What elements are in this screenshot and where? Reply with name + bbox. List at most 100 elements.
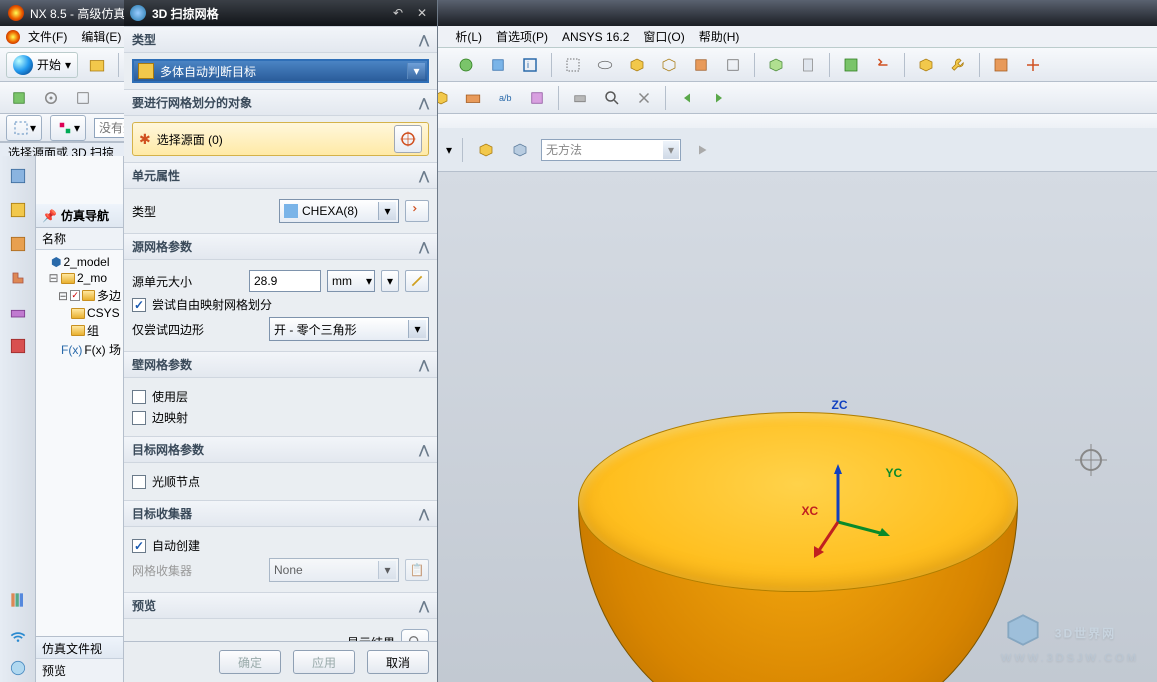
cube-wire-icon[interactable]: [507, 137, 533, 163]
navigator-footer[interactable]: 仿真文件视: [36, 636, 123, 660]
element-type-combo[interactable]: CHEXA(8) ▾: [279, 199, 399, 223]
menu-analyze[interactable]: 析(L): [449, 26, 488, 47]
menu-window[interactable]: 窗口(O): [637, 26, 690, 47]
toolbar-icon[interactable]: [988, 52, 1014, 78]
ok-button[interactable]: 确定: [219, 650, 281, 674]
measure-icon[interactable]: [405, 270, 429, 292]
undo-icon[interactable]: ↶: [389, 4, 407, 22]
method-combo[interactable]: 无方法 ▾: [541, 139, 681, 161]
viewport-toolbar: ▾ 无方法 ▾: [438, 128, 1157, 172]
navigator-tree[interactable]: ⬢2_model ⊟2_mo ⊟✓多边 CSYS 组 F(x)F(x) 场: [36, 250, 123, 363]
tree-item[interactable]: ⊟✓多边: [38, 286, 121, 305]
stepper-icon[interactable]: ▾: [381, 270, 399, 292]
toolbar-cube-icon[interactable]: [624, 52, 650, 78]
model-hemisphere[interactable]: [578, 412, 1018, 682]
play-icon[interactable]: [689, 137, 715, 163]
toolbar-gear-icon[interactable]: [38, 85, 64, 111]
section-element-header[interactable]: 单元属性⋀: [124, 162, 437, 189]
toolbar-icon[interactable]: [567, 85, 593, 111]
nav-icon[interactable]: [4, 196, 32, 224]
source-size-input[interactable]: 28.9: [249, 270, 321, 292]
toolbar-icon[interactable]: [460, 85, 486, 111]
toolbar-icon[interactable]: [688, 52, 714, 78]
start-button[interactable]: 开始 ▾: [6, 52, 78, 78]
section-wall-params-header[interactable]: 壁网格参数⋀: [124, 351, 437, 378]
tree-item[interactable]: F(x)F(x) 场: [38, 340, 121, 359]
chevron-down-icon[interactable]: ▾: [446, 143, 452, 157]
menu-ansys[interactable]: ANSYS 16.2: [556, 28, 635, 46]
toolbar-icon[interactable]: [913, 52, 939, 78]
unit-combo[interactable]: mm▾: [327, 270, 375, 292]
tree-item[interactable]: CSYS: [38, 305, 121, 321]
graphics-viewport[interactable]: ZC YC XC 3D世界网 WWW.3DSJW.COM: [438, 172, 1157, 682]
toolbar-icon[interactable]: [870, 52, 896, 78]
toolbar-close-icon[interactable]: [631, 85, 657, 111]
view-compass-icon[interactable]: [1073, 442, 1109, 478]
tree-item[interactable]: ⊟2_mo: [38, 270, 121, 286]
pin-icon[interactable]: 📌: [42, 209, 57, 223]
toolbar-back-icon[interactable]: [674, 85, 700, 111]
toolbar-icon[interactable]: [838, 52, 864, 78]
section-preview-header[interactable]: 预览⋀: [124, 592, 437, 619]
nav-icon[interactable]: [4, 654, 32, 682]
section-type-header[interactable]: 类型⋀: [124, 26, 437, 53]
section-object-header[interactable]: 要进行网格划分的对象⋀: [124, 89, 437, 116]
app-logo-icon: [8, 5, 24, 21]
preview-button[interactable]: [401, 629, 429, 641]
toolbar-icon[interactable]: [592, 52, 618, 78]
toolbar-icon[interactable]: [6, 85, 32, 111]
toolbar-icon[interactable]: [560, 52, 586, 78]
menu-preferences[interactable]: 首选项(P): [490, 26, 554, 47]
menu-file[interactable]: 文件(F): [22, 26, 73, 47]
use-layer-checkbox[interactable]: [132, 390, 146, 404]
element-props-button[interactable]: [405, 200, 429, 222]
cancel-button[interactable]: 取消: [367, 650, 429, 674]
select-source-face[interactable]: ✱ 选择源面 (0): [132, 122, 429, 156]
target-icon[interactable]: [394, 125, 422, 153]
toolbar-icon[interactable]: [485, 52, 511, 78]
nav-icon[interactable]: [4, 230, 32, 258]
toolbar-icon[interactable]: [70, 85, 96, 111]
quad-only-combo[interactable]: 开 - 零个三角形 ▾: [269, 317, 429, 341]
dialog-titlebar[interactable]: 3D 扫掠网格 ↶ ✕: [124, 0, 437, 26]
toolbar-icon[interactable]: [524, 85, 550, 111]
nav-icon[interactable]: [4, 298, 32, 326]
section-source-params-header[interactable]: 源网格参数⋀: [124, 233, 437, 260]
apply-button[interactable]: 应用: [293, 650, 355, 674]
toolbar-wrench-icon[interactable]: [945, 52, 971, 78]
toolbar-icon[interactable]: [763, 52, 789, 78]
simulation-navigator: 📌 仿真导航 名称 ⬢2_model ⊟2_mo ⊟✓多边 CSYS 组 F(x…: [36, 156, 124, 682]
toolbar-search-icon[interactable]: [599, 85, 625, 111]
selection-filter-button[interactable]: ▾: [50, 115, 86, 141]
tool-open-icon[interactable]: [84, 52, 110, 78]
nav-icon[interactable]: [4, 162, 32, 190]
edge-map-checkbox[interactable]: [132, 411, 146, 425]
toolbar-icon[interactable]: a/b: [492, 85, 518, 111]
nav-books-icon[interactable]: [4, 586, 32, 614]
menu-edit[interactable]: 编辑(E): [75, 26, 127, 47]
toolbar-icon[interactable]: [656, 52, 682, 78]
toolbar-icon[interactable]: [720, 52, 746, 78]
tree-item[interactable]: 组: [38, 321, 121, 340]
nav-icon[interactable]: [4, 264, 32, 292]
toolbar-icon[interactable]: [453, 52, 479, 78]
cube-icon[interactable]: [473, 137, 499, 163]
auto-create-checkbox[interactable]: ✓: [132, 539, 146, 553]
separator: [754, 53, 755, 77]
nav-icon[interactable]: [4, 332, 32, 360]
nav-wifi-icon[interactable]: [4, 620, 32, 648]
toolbar-icon[interactable]: [1020, 52, 1046, 78]
type-combo[interactable]: 多体自动判断目标 ▾: [132, 59, 429, 83]
try-free-checkbox[interactable]: ✓: [132, 298, 146, 312]
section-collector-header[interactable]: 目标收集器⋀: [124, 500, 437, 527]
smooth-nodes-checkbox[interactable]: [132, 475, 146, 489]
selection-mode-button[interactable]: ▾: [6, 115, 42, 141]
tree-root[interactable]: ⬢2_model: [38, 254, 121, 270]
menu-help[interactable]: 帮助(H): [693, 26, 746, 47]
section-target-params-header[interactable]: 目标网格参数⋀: [124, 436, 437, 463]
toolbar-forward-icon[interactable]: [706, 85, 732, 111]
toolbar-icon[interactable]: [795, 52, 821, 78]
close-icon[interactable]: ✕: [413, 4, 431, 22]
auto-create-label: 自动创建: [152, 537, 200, 554]
toolbar-icon[interactable]: i: [517, 52, 543, 78]
